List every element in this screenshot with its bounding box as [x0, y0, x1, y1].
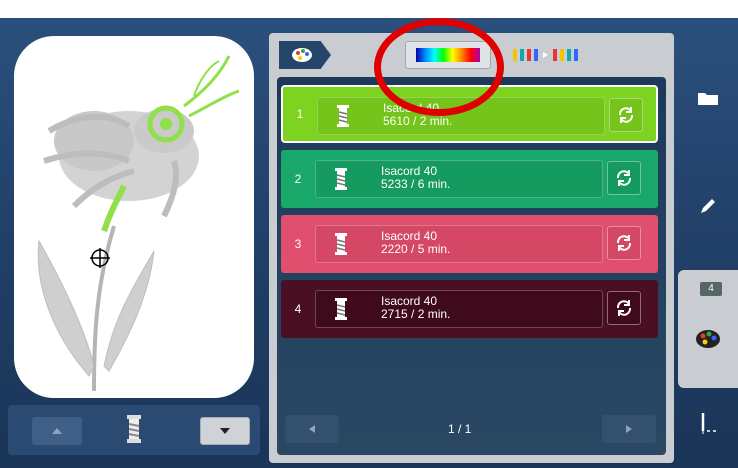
palette-icon: [696, 330, 720, 348]
prev-page-button[interactable]: [285, 415, 339, 443]
sync-button[interactable]: [609, 98, 643, 132]
thread-details: 2220 / 5 min.: [381, 242, 451, 256]
arrow-up-icon: [52, 428, 62, 434]
needle-icon: [701, 413, 716, 434]
thread-number: 1: [296, 107, 304, 121]
edit-button[interactable]: [678, 191, 738, 221]
thread-info-box: [315, 160, 603, 198]
embroidery-screen: 1 Isacord 40 5610 / 2 min. 2 Isacord 40 …: [0, 18, 738, 468]
next-page-button[interactable]: [602, 415, 656, 443]
thread-row-3[interactable]: 3 Isacord 40 2220 / 5 min.: [281, 215, 658, 273]
annotation-circle: [374, 18, 504, 116]
embroidery-design-image: [37, 55, 240, 392]
folder-icon: [698, 93, 718, 105]
colors-tab[interactable]: 4: [678, 270, 738, 388]
thread-details: 5610 / 2 min.: [383, 114, 453, 128]
spool-icon: [337, 105, 349, 132]
thread-list: 1 Isacord 40 5610 / 2 min. 2 Isacord 40 …: [277, 77, 666, 455]
thread-text: Isacord 40 2715 / 2 min.: [381, 295, 450, 321]
sync-icon: [616, 300, 632, 316]
page-navigation: 1 / 1: [285, 415, 658, 445]
sync-button[interactable]: [607, 226, 641, 260]
right-sidebar: 4: [678, 33, 738, 463]
sync-icon: [616, 170, 632, 186]
spool-icon: [126, 415, 142, 448]
sync-button[interactable]: [607, 291, 641, 325]
palette-icon: [292, 48, 312, 62]
pencil-icon: [701, 199, 715, 213]
folder-button[interactable]: [678, 83, 738, 113]
palette-tab[interactable]: [279, 41, 331, 69]
thread-info-box: [315, 225, 603, 263]
sync-icon: [618, 107, 634, 123]
spool-icon: [335, 168, 347, 195]
color-count-badge: 4: [700, 282, 722, 296]
thread-sort-icon: [513, 49, 578, 61]
spool-icon: [335, 233, 347, 260]
design-nav-bar: [8, 405, 260, 455]
scroll-up-button[interactable]: [32, 417, 82, 445]
arrow-right-icon: [626, 425, 632, 433]
thread-number: 3: [294, 237, 302, 251]
thread-number: 4: [294, 302, 302, 316]
thread-sort-button[interactable]: [504, 41, 590, 69]
thread-info-box: [315, 290, 603, 328]
design-preview[interactable]: [14, 36, 254, 398]
page-indicator: 1 / 1: [448, 422, 472, 436]
spool-icon: [335, 298, 347, 325]
thread-row-2[interactable]: 2 Isacord 40 5233 / 6 min.: [281, 150, 658, 208]
arrow-down-icon: [220, 428, 230, 434]
sync-icon: [616, 235, 632, 251]
thread-row-4[interactable]: 4 Isacord 40 2715 / 2 min.: [281, 280, 658, 338]
thread-text: Isacord 40 2220 / 5 min.: [381, 230, 450, 256]
scroll-down-button[interactable]: [200, 417, 250, 445]
stitch-button[interactable]: [678, 405, 738, 441]
thread-details: 2715 / 2 min.: [381, 307, 451, 321]
thread-text: Isacord 40 5233 / 6 min.: [381, 165, 450, 191]
arrow-left-icon: [309, 425, 315, 433]
sync-button[interactable]: [607, 161, 641, 195]
thread-number: 2: [294, 172, 302, 186]
thread-details: 5233 / 6 min.: [381, 177, 451, 191]
